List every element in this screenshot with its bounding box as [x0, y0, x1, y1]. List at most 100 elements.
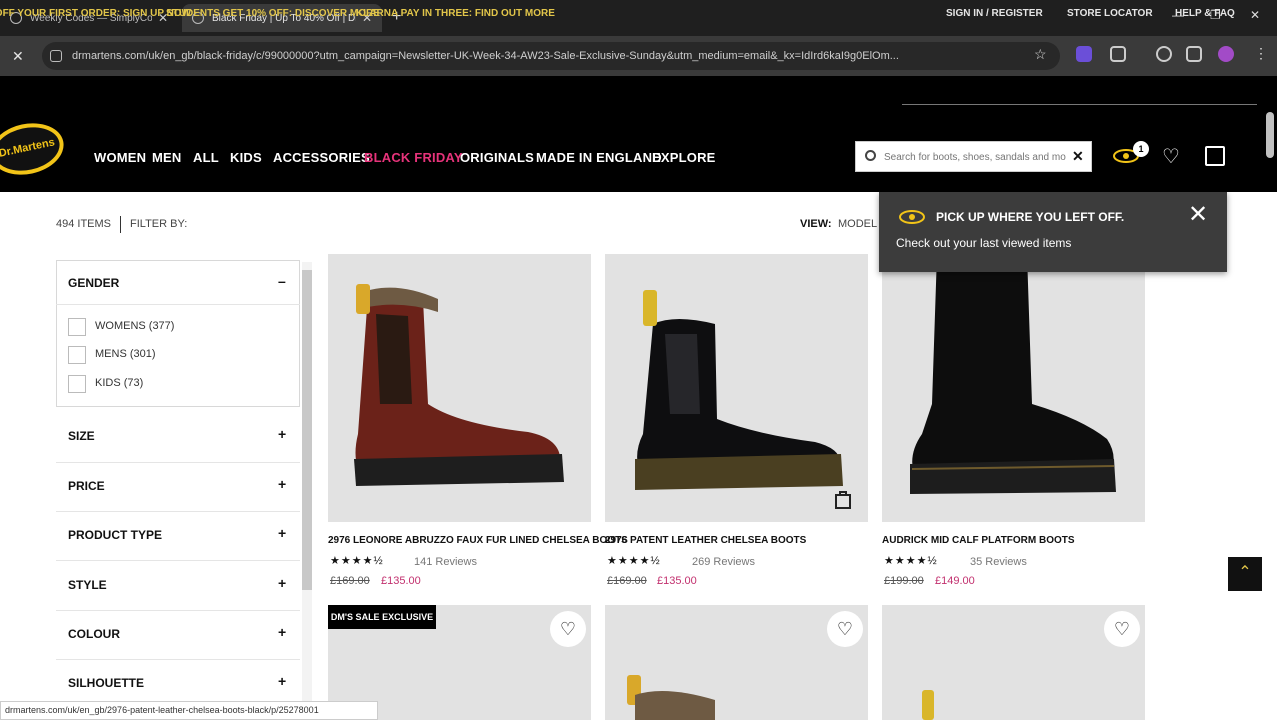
- bookmark-star-icon[interactable]: ☆: [1034, 46, 1047, 63]
- filter-product-type[interactable]: Product type: [68, 528, 162, 542]
- status-bar-url: drmartens.com/uk/en_gb/2976-patent-leath…: [0, 701, 378, 720]
- promo-bar: [0, 76, 1277, 106]
- wishlist-heart-icon[interactable]: ♡: [1104, 611, 1140, 647]
- sale-price: £135.00: [657, 575, 697, 587]
- filter-price[interactable]: Price: [68, 479, 105, 493]
- filter-silhouette[interactable]: Silhouette: [68, 676, 144, 690]
- nav-accessories[interactable]: Accessories: [273, 150, 370, 165]
- checkbox-womens[interactable]: [68, 318, 86, 336]
- search-input[interactable]: [884, 148, 1066, 166]
- nav-explore[interactable]: Explore: [652, 150, 716, 165]
- url-field[interactable]: drmartens.com/uk/en_gb/black-friday/c/99…: [42, 42, 1060, 70]
- checkbox-label: Kids (73): [95, 377, 144, 389]
- back-to-top-button[interactable]: ⌃: [1228, 557, 1262, 591]
- eye-icon: [899, 210, 925, 224]
- search-box: ✕: [855, 141, 1092, 172]
- filter-style[interactable]: Style: [68, 578, 107, 592]
- side-panel-icon[interactable]: [1186, 46, 1202, 62]
- recently-viewed-popup: [879, 192, 1227, 272]
- nav-men[interactable]: Men: [152, 150, 182, 165]
- chevron-up-icon: ⌃: [1238, 564, 1252, 581]
- nav-originals[interactable]: Originals: [460, 150, 534, 165]
- expand-icon[interactable]: +: [278, 426, 286, 442]
- popup-subtitle[interactable]: Check out your last viewed items: [896, 236, 1071, 250]
- checkbox-label: Womens (377): [95, 320, 175, 332]
- reviews-count[interactable]: 35 Reviews: [970, 556, 1027, 568]
- promo-link-signup[interactable]: 10% off your first order: sign up now: [0, 8, 191, 19]
- divider: [56, 511, 300, 512]
- product-image[interactable]: [605, 254, 868, 522]
- clear-search-icon[interactable]: ✕: [1072, 148, 1084, 165]
- original-price: £169.00: [330, 575, 370, 587]
- divider: [56, 659, 300, 660]
- promo-link-klarna[interactable]: Klarna pay in three: find out more: [356, 8, 555, 19]
- sign-in-link[interactable]: Sign in / Register: [946, 8, 1043, 19]
- checkbox-kids[interactable]: [68, 375, 86, 393]
- nav-all[interactable]: All: [193, 150, 219, 165]
- media-icon[interactable]: [1156, 46, 1172, 62]
- expand-icon[interactable]: +: [278, 673, 286, 689]
- original-price: £169.00: [607, 575, 647, 587]
- page-scrollbar-thumb[interactable]: [1266, 112, 1274, 158]
- divider: [120, 216, 121, 233]
- add-to-bag-icon[interactable]: [834, 490, 854, 510]
- original-price: £199.00: [884, 575, 924, 587]
- help-faq-link[interactable]: Help & FAQ: [1175, 8, 1235, 19]
- reviews-count[interactable]: 141 Reviews: [414, 556, 477, 568]
- product-name[interactable]: 2976 Leonore Abruzzo Faux Fur Lined Chel…: [328, 535, 628, 546]
- nav-kids[interactable]: Kids: [230, 150, 262, 165]
- nav-made-in-england[interactable]: Made in England: [536, 150, 662, 165]
- page: Weekly Codes — SimplyCodes ✕ Black Frida…: [0, 0, 1277, 720]
- product-image[interactable]: [328, 254, 591, 522]
- promo-link-students[interactable]: Students get 10% off: discover more: [166, 8, 380, 19]
- rating-stars: ★★★★½: [607, 555, 661, 567]
- popup-title: Pick up where you left off.: [936, 210, 1125, 224]
- rating-stars: ★★★★½: [884, 555, 938, 567]
- filter-colour[interactable]: Colour: [68, 627, 120, 641]
- extension-icon[interactable]: [1076, 46, 1092, 62]
- filter-size[interactable]: Size: [68, 429, 95, 443]
- results-count: 494 items: [56, 218, 112, 230]
- nav-black-friday[interactable]: Black Friday: [364, 150, 463, 165]
- checkbox-mens[interactable]: [68, 346, 86, 364]
- divider: [902, 104, 1257, 105]
- view-model-option[interactable]: Model: [838, 218, 877, 230]
- product-name[interactable]: 2976 Patent Leather Chelsea Boots: [605, 535, 806, 546]
- wishlist-heart-icon[interactable]: ♡: [550, 611, 586, 647]
- close-popup-icon[interactable]: ✕: [1188, 203, 1208, 227]
- divider: [56, 560, 300, 561]
- boot-image: [354, 284, 564, 486]
- boot-image: [635, 290, 843, 490]
- product-name[interactable]: Audrick Mid Calf Platform Boots: [882, 535, 1075, 546]
- recently-viewed-count-badge: 1: [1133, 141, 1149, 157]
- expand-icon[interactable]: +: [278, 476, 286, 492]
- extensions-puzzle-icon[interactable]: [1110, 46, 1126, 62]
- view-label: View:: [800, 218, 832, 230]
- stop-loading-icon[interactable]: ✕: [12, 48, 24, 65]
- wishlist-heart-icon[interactable]: ♡: [1162, 144, 1180, 169]
- divider: [56, 304, 300, 305]
- nav-women[interactable]: Women: [94, 150, 146, 165]
- browser-menu-icon[interactable]: ⋮: [1254, 45, 1268, 62]
- store-locator-link[interactable]: Store locator: [1067, 8, 1153, 19]
- boot-image: [910, 254, 1116, 494]
- expand-icon[interactable]: +: [278, 575, 286, 591]
- reviews-count[interactable]: 269 Reviews: [692, 556, 755, 568]
- filter-scrollbar-thumb[interactable]: [302, 270, 312, 590]
- logo-text: Dr.Martens: [0, 136, 56, 160]
- search-icon: [865, 150, 876, 161]
- sale-exclusive-badge: DM's Sale Exclusive: [328, 605, 436, 629]
- rating-stars: ★★★★½: [330, 555, 384, 567]
- divider: [56, 610, 300, 611]
- window-close-icon[interactable]: ✕: [1250, 8, 1260, 22]
- shopping-bag-icon[interactable]: [1205, 146, 1225, 166]
- filter-gender-title[interactable]: Gender: [68, 276, 119, 290]
- site-info-icon[interactable]: [50, 50, 62, 62]
- divider: [56, 462, 300, 463]
- expand-icon[interactable]: +: [278, 525, 286, 541]
- profile-avatar[interactable]: [1218, 46, 1234, 62]
- collapse-icon[interactable]: –: [278, 273, 286, 289]
- wishlist-heart-icon[interactable]: ♡: [827, 611, 863, 647]
- product-image[interactable]: [882, 254, 1145, 522]
- expand-icon[interactable]: +: [278, 624, 286, 640]
